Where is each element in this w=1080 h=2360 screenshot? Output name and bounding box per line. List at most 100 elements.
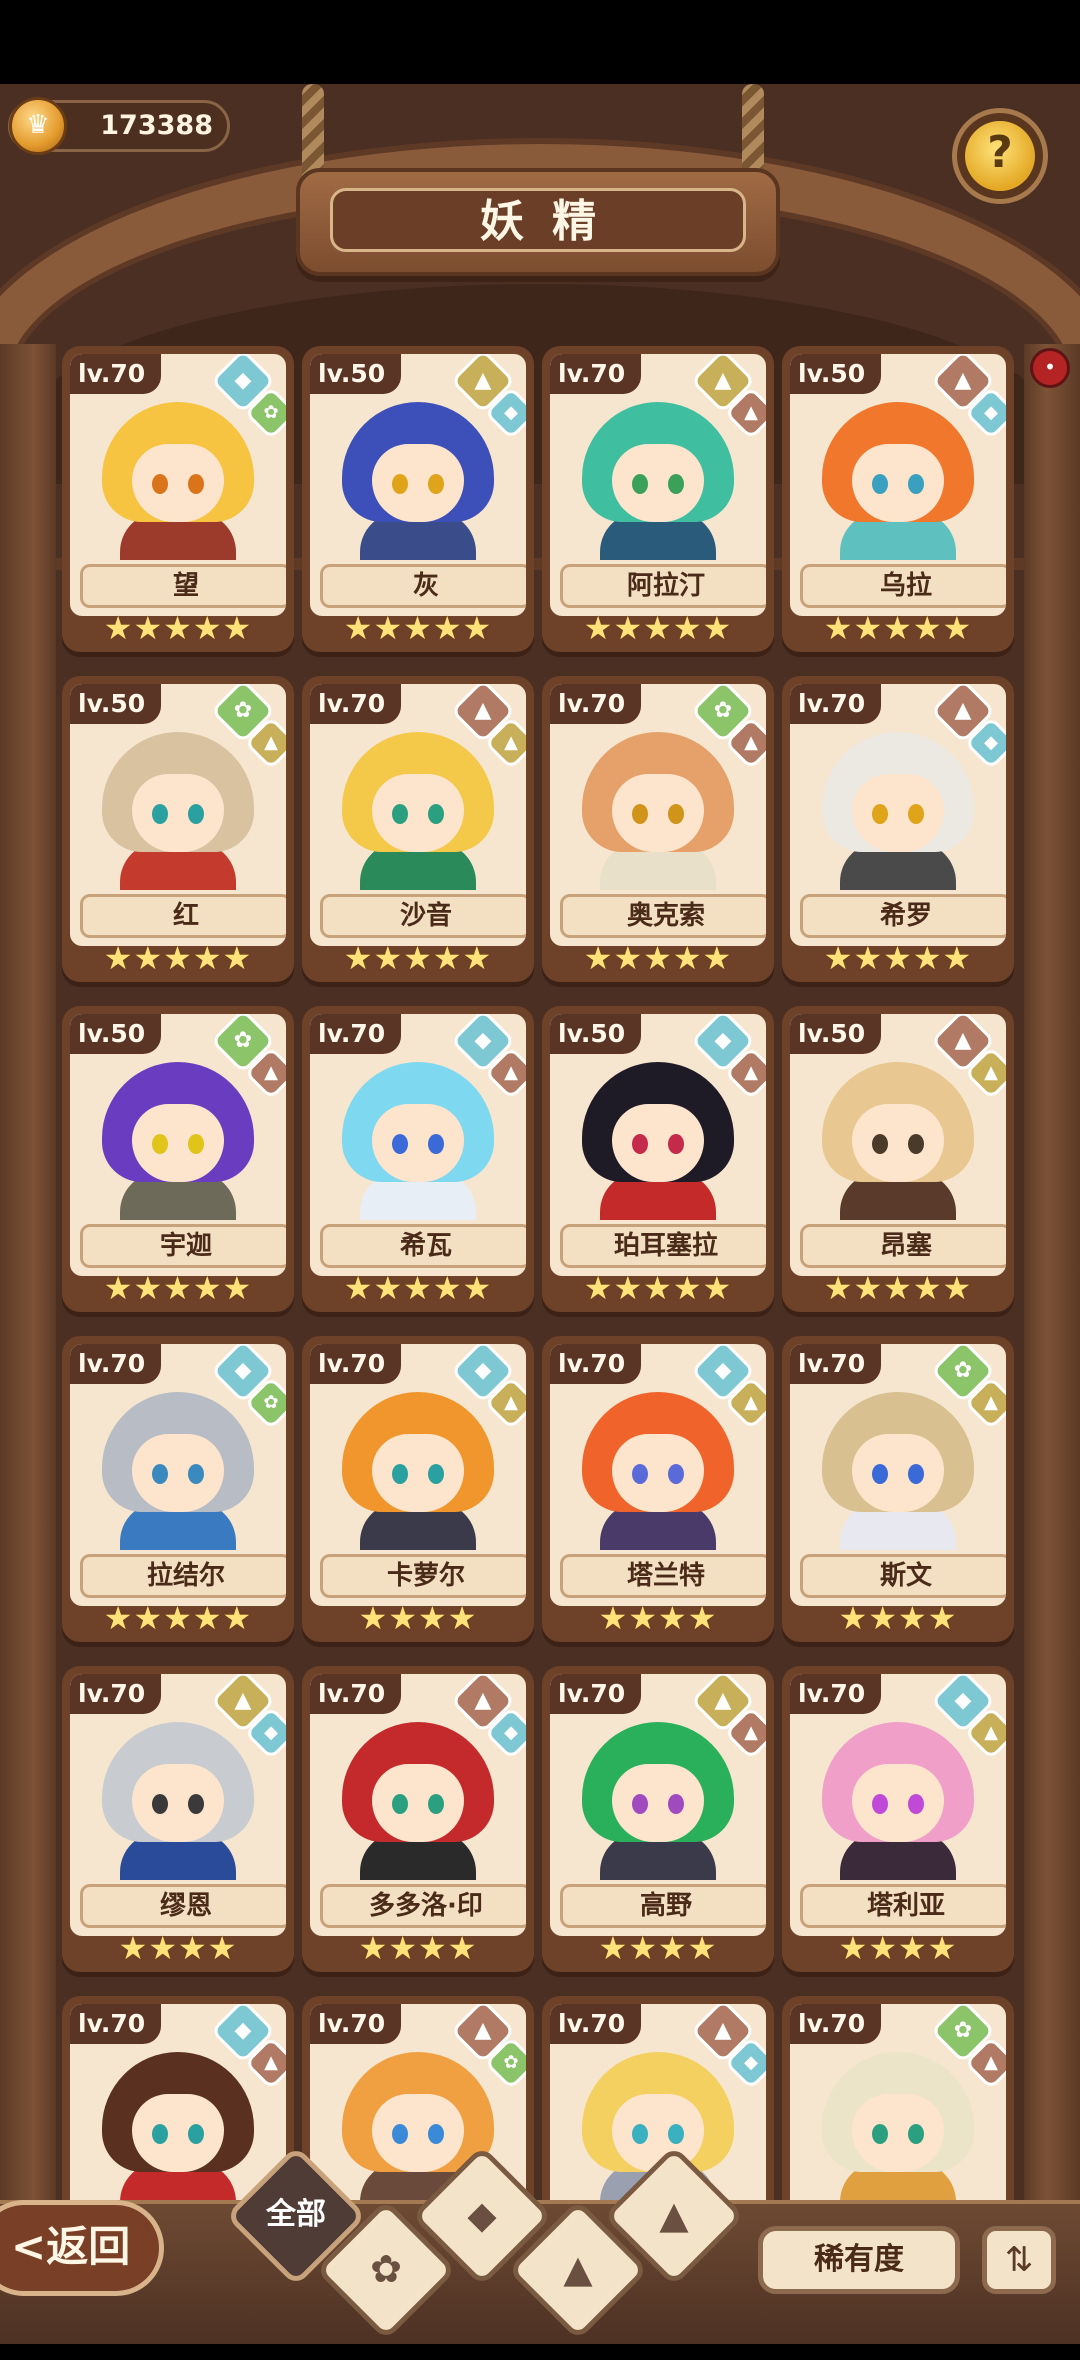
card-face: lv.70 ▲ ◆ 多多洛·印 (310, 1674, 526, 1936)
portrait-face (372, 1104, 464, 1182)
portrait-eye (872, 804, 888, 824)
fairy-card[interactable]: lv.50 ▲ ◆ 灰 ★★★★★ (302, 346, 534, 652)
portrait-eye (668, 1134, 684, 1154)
back-button[interactable]: <返回 (0, 2200, 164, 2296)
portrait-face (132, 1764, 224, 1842)
fairy-card[interactable]: lv.70 ▲ ◆ 希罗 ★★★★★ (782, 676, 1014, 982)
portrait-face (852, 774, 944, 852)
rarity-sort-button[interactable]: 稀有度 (758, 2226, 960, 2294)
portrait-eye (428, 474, 444, 494)
portrait-eye (908, 474, 924, 494)
fairy-card[interactable]: lv.70 ◆ ▲ 希瓦 ★★★★★ (302, 1006, 534, 1312)
fairy-level: lv.70 (550, 1344, 642, 1384)
page-title: 妖精 (330, 188, 746, 252)
fairy-portrait (98, 1378, 258, 1550)
card-face: lv.50 ✿ ▲ 宇迦 (70, 1014, 286, 1276)
fairy-card[interactable]: lv.70 ◆ ▲ 塔利亚 ★★★★ (782, 1666, 1014, 1972)
fairy-name: 塔利亚 (800, 1884, 1006, 1928)
sort-order-button[interactable]: ⇅ (982, 2226, 1056, 2294)
fairy-name: 拉结尔 (80, 1554, 286, 1598)
portrait-eye (152, 1464, 168, 1484)
fairy-card[interactable]: lv.70 ✿ ▲ (782, 1996, 1014, 2206)
currency-counter[interactable]: ♛ 173388 (8, 97, 230, 155)
fairy-card[interactable]: lv.70 ▲ ▲ 阿拉汀 ★★★★★ (542, 346, 774, 652)
crown-coin-icon: ♛ (9, 97, 67, 155)
fairy-portrait (98, 388, 258, 560)
portrait-eye (632, 1794, 648, 1814)
fairy-level: lv.70 (70, 1674, 162, 1714)
fairy-star-rating: ★★★★ (598, 1929, 718, 1967)
portrait-eye (188, 2124, 204, 2144)
fairy-level: lv.50 (550, 1014, 642, 1054)
fairy-card[interactable]: lv.70 ▲ ▲ 高野 ★★★★ (542, 1666, 774, 1972)
fairy-card[interactable]: lv.70 ▲ ▲ 沙音 ★★★★★ (302, 676, 534, 982)
portrait-face (132, 2094, 224, 2172)
portrait-face (852, 1434, 944, 1512)
fairy-card[interactable]: lv.70 ◆ ▲ 卡萝尔 ★★★★ (302, 1336, 534, 1642)
fairy-card[interactable]: lv.50 ✿ ▲ 红 ★★★★★ (62, 676, 294, 982)
card-face: lv.70 ◆ ✿ 望 (70, 354, 286, 616)
fairy-portrait (818, 1378, 978, 1550)
question-sprout-icon: ? (965, 121, 1035, 191)
card-face: lv.70 ◆ ✿ 拉结尔 (70, 1344, 286, 1606)
fairy-level: lv.70 (70, 2004, 162, 2044)
portrait-eye (188, 474, 204, 494)
fairy-portrait (338, 388, 498, 560)
card-face: lv.70 ▲ ▲ 沙音 (310, 684, 526, 946)
portrait-face (612, 1764, 704, 1842)
fairy-star-rating: ★★★★ (598, 1599, 718, 1637)
status-bar (0, 0, 1080, 84)
fairy-card[interactable]: lv.70 ▲ ◆ 缪恩 ★★★★ (62, 1666, 294, 1972)
fairy-name: 塔兰特 (560, 1554, 766, 1598)
portrait-eye (632, 474, 648, 494)
fairy-card[interactable]: lv.70 ✿ ▲ 奥克索 ★★★★★ (542, 676, 774, 982)
fairy-name: 高野 (560, 1884, 766, 1928)
fairy-card[interactable]: lv.70 ◆ ✿ 望 ★★★★★ (62, 346, 294, 652)
card-face: lv.70 ◆ ▲ 卡萝尔 (310, 1344, 526, 1606)
portrait-eye (668, 1794, 684, 1814)
sprout-icon: ✿ (370, 2247, 402, 2291)
fairy-portrait (338, 1378, 498, 1550)
fairy-card[interactable]: lv.50 ▲ ◆ 乌拉 ★★★★★ (782, 346, 1014, 652)
fairy-portrait (98, 2038, 258, 2206)
card-face: lv.50 ✿ ▲ 红 (70, 684, 286, 946)
fairy-portrait (338, 1708, 498, 1880)
portrait-face (852, 1104, 944, 1182)
portrait-eye (872, 1464, 888, 1484)
currency-value: 173388 (100, 110, 213, 141)
help-button[interactable]: ? (952, 108, 1048, 204)
fairy-level: lv.70 (550, 2004, 642, 2044)
fairy-portrait (818, 1708, 978, 1880)
fairy-level: lv.70 (310, 1014, 402, 1054)
portrait-face (132, 774, 224, 852)
fairy-level: lv.70 (790, 2004, 882, 2044)
fairy-card[interactable]: lv.50 ◆ ▲ 珀耳塞拉 ★★★★★ (542, 1006, 774, 1312)
fairy-card[interactable]: lv.70 ✿ ▲ 斯文 ★★★★ (782, 1336, 1014, 1642)
fairy-star-rating: ★★★★★ (823, 609, 973, 647)
fairy-card[interactable]: lv.50 ▲ ▲ 昂塞 ★★★★★ (782, 1006, 1014, 1312)
fairy-star-rating: ★★★★★ (823, 939, 973, 977)
portrait-face (612, 774, 704, 852)
fairy-card[interactable]: lv.70 ▲ ◆ 多多洛·印 ★★★★ (302, 1666, 534, 1972)
card-face: lv.70 ◆ ▲ 塔利亚 (790, 1674, 1006, 1936)
fairy-name: 卡萝尔 (320, 1554, 526, 1598)
portrait-eye (188, 1794, 204, 1814)
fairy-level: lv.70 (310, 1344, 402, 1384)
portrait-eye (152, 2124, 168, 2144)
fairy-card[interactable]: lv.50 ✿ ▲ 宇迦 ★★★★★ (62, 1006, 294, 1312)
notification-badge[interactable]: • (1030, 348, 1070, 388)
fairy-star-rating: ★★★★ (358, 1599, 478, 1637)
portrait-eye (632, 2124, 648, 2144)
mountain-icon: ▲ (563, 2247, 593, 2291)
portrait-eye (872, 2124, 888, 2144)
fairy-name: 红 (80, 894, 286, 938)
fairy-star-rating: ★★★★★ (103, 1599, 253, 1637)
fairy-card[interactable]: lv.70 ◆ ✿ 拉结尔 ★★★★★ (62, 1336, 294, 1642)
fairy-portrait (98, 1048, 258, 1220)
fairy-card[interactable]: lv.70 ◆ ▲ 塔兰特 ★★★★ (542, 1336, 774, 1642)
fairy-level: lv.50 (70, 1014, 162, 1054)
portrait-eye (428, 1794, 444, 1814)
portrait-eye (908, 2124, 924, 2144)
fairy-portrait (578, 388, 738, 560)
fairy-level: lv.50 (790, 1014, 882, 1054)
